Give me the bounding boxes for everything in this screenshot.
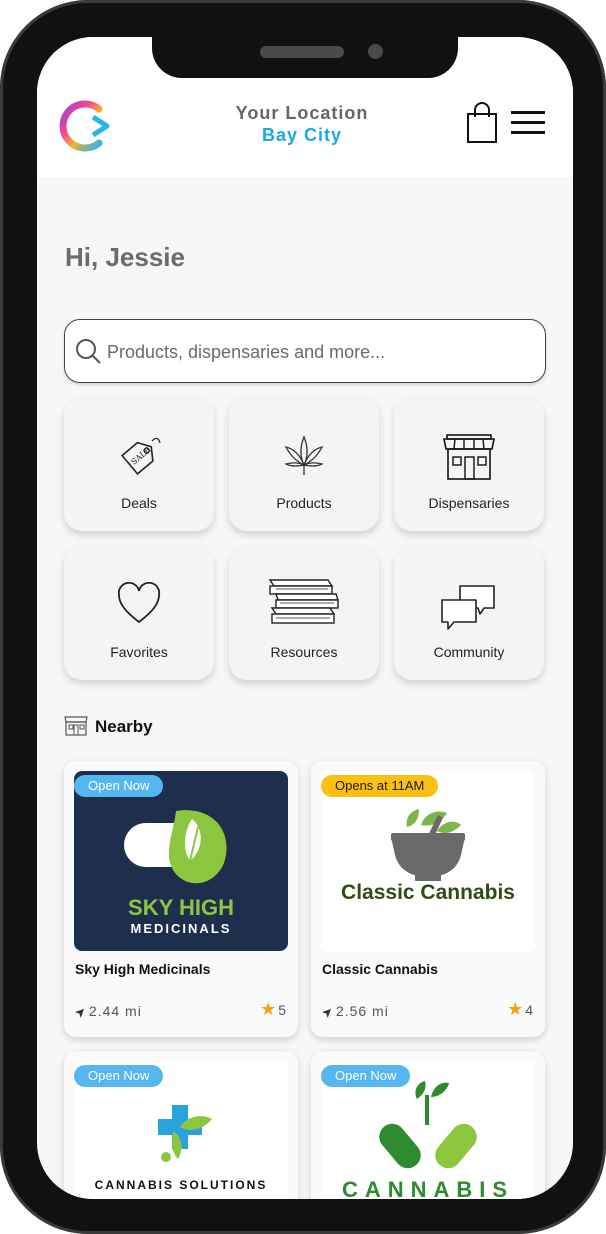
category-label: Community [433,644,505,660]
navigation-arrow-icon: ➤ [318,1002,338,1022]
category-label: Dispensaries [428,495,510,511]
category-label: Deals [121,495,157,511]
star-icon: ★ [260,999,277,1019]
dispensary-card[interactable]: CANNABIS Open Now [311,1051,545,1199]
books-icon [268,579,339,624]
category-deals[interactable]: SALE Deals [64,397,214,531]
category-dispensaries[interactable]: Dispensaries [394,397,544,531]
storefront-icon [443,434,495,480]
location-title: Your Location [235,103,369,123]
speaker-grille [260,46,344,58]
rating-value: 5 [278,1002,286,1018]
status-badge: Open Now [321,1065,411,1087]
dispensary-logo: SKY HIGH MEDICINALS [74,771,288,951]
dispensary-name: Sky High Medicinals [75,961,211,977]
greeting: Hi, Jessie [65,242,185,272]
dispensary-name: Classic Cannabis [322,961,438,977]
category-label: Favorites [110,644,168,660]
status-badge: Open Now [74,775,164,797]
heart-icon [117,582,161,624]
logo-text-line2: MEDICINALS [131,921,232,936]
category-products[interactable]: Products [229,397,379,531]
storefront-icon [64,716,88,736]
dispensary-card[interactable]: CANNABIS SOLUTIONS Open Now [64,1051,298,1199]
distance: ➤2.56 mi [318,1002,389,1021]
app-logo[interactable] [57,99,119,153]
rating: ★ 5 [260,999,286,1020]
app-screen: Your Location Bay City Hi, Jessie Produc… [37,37,573,1199]
logo-text-line1: CANNABIS SOLUTIONS [95,1178,268,1192]
navigation-arrow-icon: ➤ [71,1002,91,1022]
category-community[interactable]: Community [394,546,544,680]
hamburger-menu-icon[interactable] [511,109,545,137]
shopping-bag-icon[interactable] [465,101,499,145]
logo-text-line1: CANNABIS [342,1177,514,1199]
distance: ➤2.44 mi [71,1002,142,1021]
cannabis-leaf-icon [284,435,324,475]
distance-value: 2.56 mi [335,1003,389,1019]
category-label: Resources [270,644,338,660]
sale-tag-icon: SALE [120,437,161,476]
search-bar[interactable] [64,319,546,384]
search-input[interactable] [105,320,529,384]
dispensary-logo: Classic Cannabis [321,771,535,951]
rating-value: 4 [525,1002,533,1018]
dispensary-card[interactable]: SKY HIGH MEDICINALS Open Now Sky High Me… [64,761,298,1037]
chat-bubbles-icon [441,585,495,630]
nearby-title: Nearby [95,717,153,736]
search-icon [76,339,101,364]
logo-text-line1: Classic Cannabis [341,881,515,904]
distance-value: 2.44 mi [88,1003,142,1019]
phone-frame: Your Location Bay City Hi, Jessie Produc… [0,0,606,1234]
rating: ★ 4 [507,999,533,1020]
location-city[interactable]: Bay City [177,125,427,146]
front-camera [368,44,383,59]
category-label: Products [276,495,332,511]
star-icon: ★ [507,999,524,1019]
logo-text-line1: SKY HIGH [128,895,234,920]
status-badge: Open Now [74,1065,164,1087]
status-badge: Opens at 11AM [321,775,439,797]
dispensary-card[interactable]: Classic Cannabis Opens at 11AM Classic C… [311,761,545,1037]
category-resources[interactable]: Resources [229,546,379,680]
phone-notch [152,30,458,78]
category-favorites[interactable]: Favorites [64,546,214,680]
